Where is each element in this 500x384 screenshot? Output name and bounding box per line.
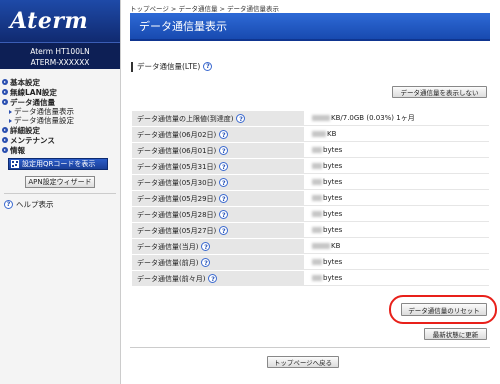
row-value: bytes (304, 223, 489, 238)
row-label: データ通信量(前月)? (132, 255, 304, 270)
show-qr-code-button[interactable]: 設定用QRコードを表示 (8, 158, 108, 170)
table-row: データ通信量(06月01日)? bytes (132, 143, 489, 158)
row-label: データ通信量(05月28日)? (132, 207, 304, 222)
row-value: bytes (304, 191, 489, 206)
arrow-bullet-icon (2, 99, 8, 105)
row-value: bytes (304, 175, 489, 190)
redacted-value (312, 227, 322, 233)
arrow-bullet-icon (2, 79, 8, 85)
table-row: データ通信量(05月31日)? bytes (132, 159, 489, 174)
redacted-value (312, 243, 330, 249)
table-row: データ通信量(当月)? KB (132, 239, 489, 254)
table-row: データ通信量(05月30日)? bytes (132, 175, 489, 190)
row-label: データ通信量(当月)? (132, 239, 304, 254)
row-value: KB (304, 127, 489, 142)
question-icon: ? (4, 200, 13, 209)
divider (130, 347, 490, 348)
table-row: データ通信量(06月02日)? KB (132, 127, 489, 142)
apn-wizard-button[interactable]: APN設定ウィザード (25, 176, 95, 188)
page-title: データ通信量表示 (130, 13, 490, 41)
redacted-value (312, 211, 322, 217)
divider (4, 193, 116, 194)
arrow-bullet-icon (2, 147, 8, 153)
aterm-logo: Aterm (0, 0, 120, 42)
section-marker (131, 61, 133, 72)
sidebar: Aterm Aterm HT100LN ATERM-XXXXXX 基本設定 無線… (0, 0, 121, 384)
row-label: データ通信量の上限値(到達度)? (132, 111, 304, 126)
table-row: データ通信量(05月29日)? bytes (132, 191, 489, 206)
redacted-value (312, 259, 322, 265)
nav-item-advanced-settings[interactable]: 詳細設定 (0, 125, 120, 135)
question-icon[interactable]: ? (201, 258, 211, 268)
nav-item-information[interactable]: 情報 (0, 145, 120, 155)
question-icon[interactable]: ? (219, 226, 229, 236)
row-value: KB (304, 239, 489, 254)
back-to-top-button[interactable]: トップページへ戻る (267, 356, 339, 368)
redacted-value (312, 195, 322, 201)
row-label: データ通信量(05月29日)? (132, 191, 304, 206)
arrow-bullet-icon (2, 137, 8, 143)
question-icon[interactable]: ? (219, 178, 229, 188)
main-content: トップページ > データ通信量 > データ通信量表示 データ通信量表示 データ通… (122, 0, 500, 384)
arrow-bullet-icon (2, 89, 8, 95)
redacted-value (312, 163, 322, 169)
row-value: bytes (304, 159, 489, 174)
redacted-value (312, 115, 330, 121)
question-icon[interactable]: ? (219, 194, 229, 204)
reset-data-usage-button[interactable]: データ通信量のリセット (401, 303, 487, 316)
row-label: データ通信量(前々月)? (132, 271, 304, 286)
table-row: データ通信量(前々月)? bytes (132, 271, 489, 286)
question-icon[interactable]: ? (219, 162, 229, 172)
table-row: データ通信量(05月27日)? bytes (132, 223, 489, 238)
table-row: データ通信量(前月)? bytes (132, 255, 489, 270)
data-usage-table: データ通信量の上限値(到達度)? KB/7.0GB (0.03%) 1ヶ月 データ通… (132, 110, 489, 287)
model-name: Aterm HT100LN (30, 47, 90, 56)
breadcrumb: トップページ > データ通信量 > データ通信量表示 (130, 5, 280, 13)
question-icon[interactable]: ? (208, 274, 218, 284)
redacted-value (312, 131, 326, 137)
question-icon[interactable]: ? (219, 146, 229, 156)
help-link[interactable]: ? ヘルプ表示 (4, 199, 120, 210)
nav-item-basic-settings[interactable]: 基本設定 (0, 77, 120, 87)
row-label: データ通信量(05月31日)? (132, 159, 304, 174)
row-value: bytes (304, 207, 489, 222)
table-row: データ通信量(05月28日)? bytes (132, 207, 489, 222)
redacted-value (312, 275, 322, 281)
nav-item-maintenance[interactable]: メンテナンス (0, 135, 120, 145)
row-label: データ通信量(05月27日)? (132, 223, 304, 238)
hide-data-usage-button[interactable]: データ通信量を表示しない (392, 86, 487, 98)
nav-item-wireless-lan[interactable]: 無線LAN設定 (0, 87, 120, 97)
row-value: bytes (304, 255, 489, 270)
device-id: ATERM-XXXXXX (30, 58, 90, 67)
row-label: データ通信量(06月02日)? (132, 127, 304, 142)
question-icon[interactable]: ? (219, 210, 229, 220)
row-value: bytes (304, 143, 489, 158)
table-row: データ通信量の上限値(到達度)? KB/7.0GB (0.03%) 1ヶ月 (132, 111, 489, 126)
row-value: bytes (304, 271, 489, 286)
question-icon[interactable]: ? (236, 114, 246, 124)
refresh-button[interactable]: 最新状態に更新 (424, 328, 487, 340)
nav-menu: 基本設定 無線LAN設定 データ通信量 データ通信量表示 データ通信量設定 詳細… (0, 69, 120, 155)
arrow-bullet-icon (2, 127, 8, 133)
redacted-value (312, 179, 322, 185)
device-model: Aterm HT100LN ATERM-XXXXXX (0, 42, 120, 69)
question-icon[interactable]: ? (201, 242, 211, 252)
question-icon[interactable]: ? (219, 130, 229, 140)
question-icon[interactable]: ? (203, 62, 213, 71)
qr-code-icon (11, 160, 19, 168)
redacted-value (312, 147, 322, 153)
section-title: データ通信量(LTE) ? (131, 61, 213, 72)
row-label: データ通信量(06月01日)? (132, 143, 304, 158)
row-label: データ通信量(05月30日)? (132, 175, 304, 190)
triangle-right-icon (9, 109, 12, 114)
row-value: KB/7.0GB (0.03%) 1ヶ月 (304, 111, 489, 126)
triangle-right-icon (9, 118, 12, 123)
